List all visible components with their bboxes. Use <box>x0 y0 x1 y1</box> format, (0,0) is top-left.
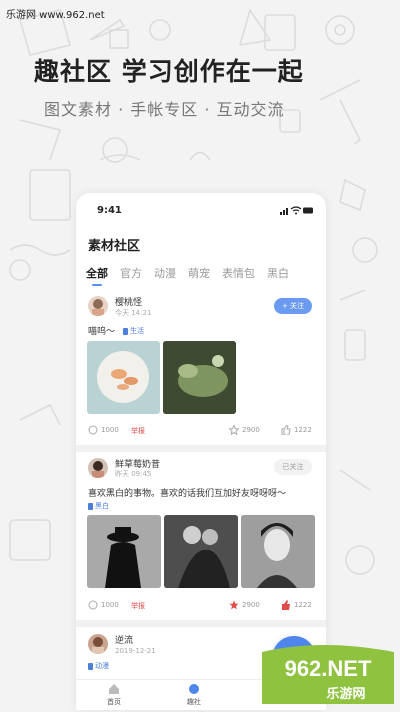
tag-icon <box>88 662 93 670</box>
like-button[interactable]: 1222 <box>281 425 312 435</box>
promo-headline: 趣社区 学习创作在一起 <box>34 57 304 86</box>
watermark-logo-graphic: 962.NET 乐游网 <box>262 645 394 704</box>
nav-home[interactable]: 首页 <box>94 683 134 707</box>
watermark-line1: 962.NET <box>285 656 372 681</box>
tag-icon <box>123 327 128 335</box>
post-image[interactable] <box>87 341 160 414</box>
home-icon <box>109 684 119 694</box>
post-time: 今天 14:21 <box>115 309 152 317</box>
post-tag[interactable]: 动漫 <box>88 661 109 671</box>
star-button[interactable]: 2900 <box>229 600 260 610</box>
tag-label: 动漫 <box>95 662 109 670</box>
portrait-bw-image <box>241 515 315 588</box>
site-watermark-text: 乐游网 www.962.net <box>6 10 105 21</box>
status-bar: 9:41 <box>76 193 326 229</box>
shrimp-plate-image <box>97 351 149 403</box>
post-text: 喵呜～ <box>88 327 116 337</box>
tab-anime[interactable]: 动漫 <box>154 265 176 286</box>
post-card: 鲜草莓奶昔 昨天 09:45 已关注 喜欢黑白的事物。喜欢的话我们互加好友呀呀呀… <box>76 452 326 620</box>
report-link[interactable]: 举报 <box>131 426 145 436</box>
tab-stickers[interactable]: 表情包 <box>222 265 255 286</box>
star-filled-icon <box>229 600 239 610</box>
followed-button[interactable]: 已关注 <box>274 459 312 475</box>
divider <box>76 445 326 452</box>
site-watermark-logo: 962.NET 乐游网 <box>258 642 398 708</box>
status-time: 9:41 <box>97 205 122 216</box>
post-image[interactable] <box>164 515 238 588</box>
post-tag[interactable]: 生活 <box>123 326 144 336</box>
post-username[interactable]: 逆流 <box>115 633 133 646</box>
divider <box>76 620 326 627</box>
like-button[interactable]: 1222 <box>281 600 312 610</box>
thumbs-up-icon <box>281 425 291 435</box>
tag-label: 生活 <box>130 327 144 335</box>
star-icon <box>229 425 239 435</box>
nav-home-label: 首页 <box>107 698 121 706</box>
avatar[interactable] <box>88 296 108 316</box>
view-count: 1000 <box>88 425 119 435</box>
post-text: 喜欢黑白的事物。喜欢的话我们互加好友呀呀呀～ <box>88 489 287 499</box>
tab-official[interactable]: 官方 <box>120 265 142 286</box>
tab-pets[interactable]: 萌宠 <box>188 265 210 286</box>
post-image[interactable] <box>241 515 315 588</box>
post-image[interactable] <box>163 341 236 414</box>
star-count: 2900 <box>242 426 260 434</box>
view-count-value: 1000 <box>101 601 119 609</box>
tab-all[interactable]: 全部 <box>86 265 108 286</box>
eye-icon <box>88 425 98 435</box>
page-title: 素材社区 <box>88 239 141 254</box>
avatar[interactable] <box>88 634 108 654</box>
couple-bw-image <box>164 515 238 588</box>
star-count: 2900 <box>242 601 260 609</box>
post-tag[interactable]: 黑白 <box>88 501 109 511</box>
view-count: 1000 <box>88 600 119 610</box>
view-count-value: 1000 <box>101 426 119 434</box>
post-image[interactable] <box>87 515 161 588</box>
promo-subheadline: 图文素材 · 手帐专区 · 互动交流 <box>44 100 285 119</box>
nav-community[interactable]: 趣社 <box>174 683 214 707</box>
post-username[interactable]: 樱桃怪 <box>115 295 142 308</box>
category-tabs: 全部 官方 动漫 萌宠 表情包 黑白 <box>86 265 289 286</box>
avatar-image <box>92 299 104 316</box>
like-count: 1222 <box>294 426 312 434</box>
thumbs-up-filled-icon <box>282 600 290 610</box>
tag-icon <box>88 502 93 510</box>
silhouette-hat-image <box>87 515 161 588</box>
post-time: 昨天 09:45 <box>115 470 152 478</box>
tab-blackwhite[interactable]: 黑白 <box>267 265 289 286</box>
avatar-image <box>92 461 104 478</box>
tag-label: 黑白 <box>95 502 109 510</box>
avatar[interactable] <box>88 458 108 478</box>
signal-wifi-battery-icon <box>280 206 313 215</box>
follow-button[interactable]: + 关注 <box>274 298 312 314</box>
nav-community-label: 趣社 <box>187 698 201 706</box>
eye-icon <box>88 600 98 610</box>
post-card: 樱桃怪 今天 14:21 + 关注 喵呜～ 生活 1000 举报 2900 12… <box>76 289 326 443</box>
like-count: 1222 <box>294 601 312 609</box>
watermark-line2: 乐游网 <box>326 686 365 702</box>
star-button[interactable]: 2900 <box>229 425 260 435</box>
avatar-image <box>92 637 104 654</box>
community-icon <box>189 684 199 694</box>
post-time: 2019-12-21 <box>115 647 156 655</box>
moss-rock-image <box>163 341 236 414</box>
phone-mockup: 9:41 素材社区 全部 官方 动漫 萌宠 表情包 黑白 樱桃怪 今天 14:2… <box>76 193 326 710</box>
report-link[interactable]: 举报 <box>131 601 145 611</box>
